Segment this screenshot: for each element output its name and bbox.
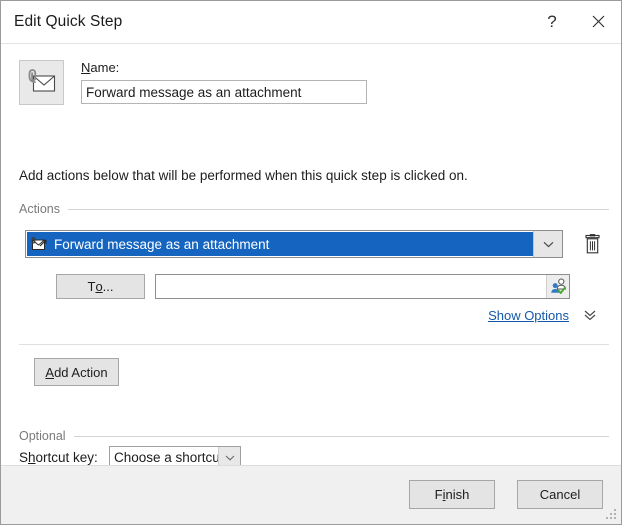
section-divider xyxy=(19,344,609,345)
show-options-link[interactable]: Show Options xyxy=(488,308,569,323)
to-button[interactable]: To... xyxy=(56,274,145,299)
quick-step-name-input[interactable] xyxy=(81,80,367,104)
recipient-row: To... xyxy=(56,274,603,300)
title-bar: Edit Quick Step ? xyxy=(1,1,621,43)
help-button[interactable]: ? xyxy=(529,1,575,42)
to-button-suffix: ... xyxy=(103,279,114,294)
chevron-down-icon xyxy=(543,241,554,248)
to-button-accelerator: o xyxy=(95,279,102,294)
envelope-paperclip-icon xyxy=(26,69,57,97)
check-names-icon xyxy=(550,278,567,295)
action-dropdown-button[interactable] xyxy=(533,231,562,257)
finish-button[interactable]: Finish xyxy=(409,480,495,509)
optional-group-label: Optional xyxy=(19,429,66,443)
delete-action-button[interactable] xyxy=(579,231,605,257)
name-label: Name: xyxy=(81,60,119,75)
forward-attachment-icon xyxy=(31,237,48,252)
edit-quick-step-dialog: Edit Quick Step ? Name: xyxy=(0,0,622,525)
cancel-button[interactable]: Cancel xyxy=(517,480,603,509)
action-selected-value[interactable]: Forward message as an attachment xyxy=(27,232,533,256)
dialog-footer: Finish Cancel xyxy=(1,465,621,524)
optional-group-header: Optional xyxy=(19,429,609,443)
dialog-title: Edit Quick Step xyxy=(14,13,122,31)
close-icon xyxy=(592,15,605,28)
action-label: Forward message as an attachment xyxy=(54,237,269,252)
name-label-accelerator: N xyxy=(81,60,90,75)
double-chevron-down-icon xyxy=(583,308,597,322)
actions-group-label: Actions xyxy=(19,202,60,216)
action-combobox[interactable]: Forward message as an attachment xyxy=(25,230,563,258)
add-action-button[interactable]: Add Action xyxy=(34,358,119,386)
optional-group-divider xyxy=(74,436,609,437)
close-button[interactable] xyxy=(575,1,621,42)
recipient-field[interactable] xyxy=(155,274,570,299)
actions-group-header: Actions xyxy=(19,202,609,216)
quick-step-name-row: Name: xyxy=(19,60,603,114)
shortcut-label-suffix: ortcut key: xyxy=(36,450,98,465)
chevron-down-icon xyxy=(225,455,235,461)
title-bar-buttons: ? xyxy=(529,1,621,42)
shortcut-key-label: Shortcut key: xyxy=(19,450,98,465)
show-options-expander[interactable] xyxy=(581,306,599,324)
to-button-prefix: T xyxy=(87,279,95,294)
action-row: Forward message as an attachment xyxy=(25,230,603,258)
check-names-button[interactable] xyxy=(546,275,569,298)
add-action-accelerator: A xyxy=(45,365,54,380)
quick-step-icon-button[interactable] xyxy=(19,60,64,105)
resize-grip-icon[interactable] xyxy=(606,509,618,521)
add-action-label: dd Action xyxy=(54,365,108,380)
shortcut-label-prefix: S xyxy=(19,450,28,465)
finish-suffix: nish xyxy=(445,487,469,502)
shortcut-label-accelerator: h xyxy=(28,450,36,465)
trash-icon xyxy=(584,234,601,254)
question-mark-icon: ? xyxy=(547,12,556,32)
actions-group-divider xyxy=(68,209,609,210)
finish-prefix: F xyxy=(435,487,443,502)
dialog-body: Name: Add actions below that will be per… xyxy=(1,43,621,465)
recipient-input[interactable] xyxy=(156,279,546,294)
name-label-text: ame: xyxy=(90,60,119,75)
dialog-description: Add actions below that will be performed… xyxy=(19,168,468,183)
